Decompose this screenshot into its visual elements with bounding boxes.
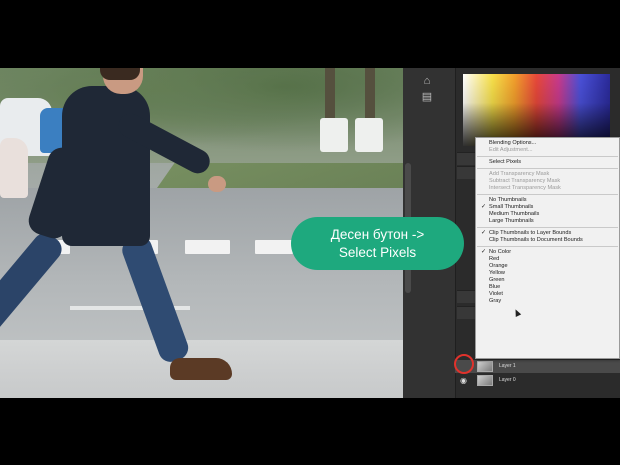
menu-item-label: Yellow: [489, 270, 505, 276]
person-jacket: [62, 86, 150, 246]
menu-item-label: Red: [489, 256, 500, 262]
menu-item-label: Small Thumbnails: [489, 204, 534, 210]
layer-thumbnail: [477, 375, 493, 386]
check-icon: ✓: [481, 204, 487, 210]
planter: [355, 118, 383, 152]
menu-item-label: Clip Thumbnails to Layer Bounds: [489, 230, 572, 236]
menu-item-green[interactable]: Green: [476, 277, 619, 284]
menu-item-medium-thumbnails[interactable]: Medium Thumbnails: [476, 211, 619, 218]
menu-item-large-thumbnails[interactable]: Large Thumbnails: [476, 218, 619, 225]
menu-item-label: Add Transparency Mask: [489, 171, 550, 177]
menu-separator: [477, 227, 618, 228]
menu-item-label: No Color: [489, 249, 512, 255]
menu-item-label: Select Pixels: [489, 159, 522, 165]
menu-item-clip-thumbnails-to-layer-bounds[interactable]: ✓ Clip Thumbnails to Layer Bounds: [476, 230, 619, 237]
menu-item-no-color[interactable]: ✓ No Color: [476, 249, 619, 256]
properties-icon[interactable]: ▤: [419, 90, 435, 104]
menu-item-blending-options[interactable]: Blending Options...: [476, 140, 619, 147]
menu-item-label: Edit Adjustment...: [489, 147, 533, 153]
annotation-line-1: Десен бутон ->: [330, 226, 425, 242]
person-hand: [208, 176, 226, 192]
history-icon[interactable]: ⌂: [419, 74, 435, 88]
layer-context-menu: Blending Options... Edit Adjustment... Sel…: [475, 137, 620, 359]
annotation-line-2: Select Pixels: [338, 244, 417, 260]
menu-item-label: Clip Thumbnails to Document Bounds: [489, 237, 583, 243]
menu-separator: [477, 194, 618, 195]
menu-item-red[interactable]: Red: [476, 256, 619, 263]
menu-item-label: Medium Thumbnails: [489, 211, 540, 217]
check-icon: ✓: [481, 230, 487, 236]
eye-icon[interactable]: ◉: [460, 376, 467, 385]
menu-item-label: Large Thumbnails: [489, 218, 534, 224]
person-hair: [100, 68, 140, 80]
menu-item-violet[interactable]: Violet: [476, 291, 619, 298]
planter: [320, 118, 348, 152]
crosswalk-stripe: [255, 240, 293, 254]
menu-item-gray[interactable]: Gray: [476, 298, 619, 305]
menu-item-label: Violet: [489, 291, 503, 297]
menu-separator: [477, 246, 618, 247]
menu-item-intersect-transparency-mask: Intersect Transparency Mask: [476, 185, 619, 192]
highlight-circle: [454, 354, 474, 374]
menu-item-edit-adjustment: Edit Adjustment...: [476, 147, 619, 154]
check-icon: ✓: [481, 249, 487, 255]
menu-item-blue[interactable]: Blue: [476, 284, 619, 291]
menu-item-no-thumbnails[interactable]: No Thumbnails: [476, 197, 619, 204]
menu-item-label: Subtract Transparency Mask: [489, 178, 561, 184]
crosswalk-stripe: [185, 240, 230, 254]
layer-thumbnail: [477, 361, 493, 372]
menu-item-yellow[interactable]: Yellow: [476, 270, 619, 277]
layer-row[interactable]: Layer 1: [455, 360, 620, 373]
menu-item-label: No Thumbnails: [489, 197, 527, 203]
person-shoe: [170, 358, 232, 380]
layer-name: Layer 1: [499, 363, 516, 369]
menu-item-label: Orange: [489, 263, 508, 269]
menu-item-orange[interactable]: Orange: [476, 263, 619, 270]
menu-item-label: Blue: [489, 284, 501, 290]
menu-item-select-pixels[interactable]: Select Pixels: [476, 159, 619, 166]
menu-separator: [477, 156, 618, 157]
menu-item-small-thumbnails[interactable]: ✓ Small Thumbnails: [476, 204, 619, 211]
parked-car: [0, 138, 28, 198]
menu-item-add-transparency-mask: Add Transparency Mask: [476, 171, 619, 178]
menu-item-label: Blending Options...: [489, 140, 537, 146]
annotation-callout: Десен бутон -> Select Pixels: [291, 217, 464, 270]
layer-row[interactable]: ◉ Layer 0: [455, 374, 620, 387]
layer-name: Layer 0: [499, 377, 516, 383]
menu-separator: [477, 168, 618, 169]
menu-item-label: Green: [489, 277, 505, 283]
menu-item-subtract-transparency-mask: Subtract Transparency Mask: [476, 178, 619, 185]
menu-item-label: Gray: [489, 298, 502, 304]
menu-item-label: Intersect Transparency Mask: [489, 185, 561, 191]
color-picker-field[interactable]: [463, 74, 610, 146]
menu-item-clip-thumbnails-to-document-bounds[interactable]: Clip Thumbnails to Document Bounds: [476, 237, 619, 244]
